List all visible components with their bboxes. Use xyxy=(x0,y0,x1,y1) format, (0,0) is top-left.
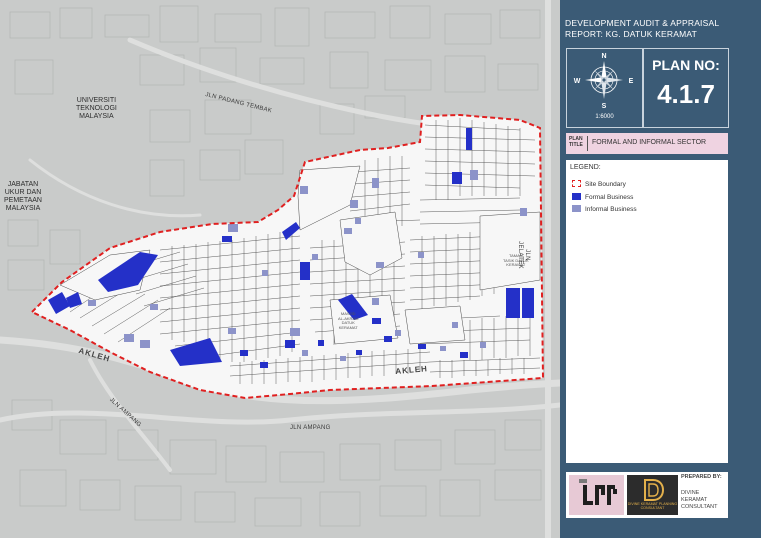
north-arrow-box: N S W E 1:6000 xyxy=(566,48,643,128)
prepared-by-label: PREPARED BY: xyxy=(681,474,722,480)
label-jabatan: JABATAN UKUR DAN PEMETAAN MALAYSIA xyxy=(4,181,42,213)
label-jln-ampang-bottom: JLN AMPANG xyxy=(290,425,331,431)
plan-title-label: PLAN TITLE xyxy=(569,136,583,148)
legend: LEGEND: Site Boundary Formal Business In… xyxy=(566,160,728,463)
title-panel: DEVELOPMENT AUDIT & APPRAISAL REPORT: KG… xyxy=(560,0,761,538)
plan-no-label: PLAN NO: xyxy=(652,57,720,73)
map-canvas[interactable]: UNIVERSITI TEKNOLOGI MALAYSIA JABATAN UKUR … xyxy=(0,0,560,538)
report-title-line-1: DEVELOPMENT AUDIT & APPRAISAL xyxy=(565,18,720,28)
consultant-line-1: DIVINE xyxy=(681,490,700,496)
informal-business-swatch xyxy=(572,205,581,212)
label-taman: TAMAN TASIK DATUK KERAMAT xyxy=(503,253,529,268)
consultant-line-3: CONSULTANT xyxy=(681,504,718,510)
legend-item-site-boundary: Site Boundary xyxy=(572,180,626,188)
plan-title-divider xyxy=(587,136,588,151)
compass-n: N xyxy=(601,53,606,60)
compass-icon: N S W E xyxy=(574,53,634,110)
formal-business-swatch xyxy=(572,193,581,200)
lrp-logo-icon xyxy=(569,475,624,515)
lrp-logo xyxy=(569,475,624,515)
report-title: DEVELOPMENT AUDIT & APPRAISAL REPORT: KG… xyxy=(565,18,740,40)
divine-keramat-logo: DIVINE KERAMAT PLANNING CONSULTANT xyxy=(627,475,678,515)
dk-logo-text: DIVINE KERAMAT PLANNING CONSULTANT xyxy=(627,502,678,510)
report-title-line-2: REPORT: KG. DATUK KERAMAT xyxy=(565,29,698,39)
site-boundary-swatch xyxy=(572,180,581,187)
compass-w: W xyxy=(574,78,581,85)
label-uni: UNIVERSITI TEKNOLOGI MALAYSIA xyxy=(76,97,117,121)
plan-number-box: PLAN NO: 4.1.7 xyxy=(643,48,729,128)
label-masjid: MASJID AL-AKRAM DATUK KERAMAT xyxy=(338,311,359,330)
compass-e: E xyxy=(629,78,634,85)
consultant-line-2: KERAMAT xyxy=(681,497,708,503)
legend-item-informal-business: Informal Business xyxy=(572,205,637,213)
plan-title: FORMAL AND INFORMAL SECTOR xyxy=(592,139,707,146)
dk-monogram-icon xyxy=(627,475,678,503)
compass-s: S xyxy=(602,103,607,110)
plan-no-value: 4.1.7 xyxy=(657,79,715,109)
prepared-by: PREPARED BY: DIVINE KERAMAT CONSULTANT xyxy=(681,474,727,511)
credits-box: DIVINE KERAMAT PLANNING CONSULTANT PREPA… xyxy=(566,472,728,518)
plan-title-band: PLAN TITLE FORMAL AND INFORMAL SECTOR xyxy=(566,133,728,154)
legend-item-formal-business: Formal Business xyxy=(572,193,633,201)
legend-title: LEGEND: xyxy=(570,164,601,171)
scale-label: 1:6000 xyxy=(595,114,614,120)
map-svg xyxy=(0,0,560,538)
